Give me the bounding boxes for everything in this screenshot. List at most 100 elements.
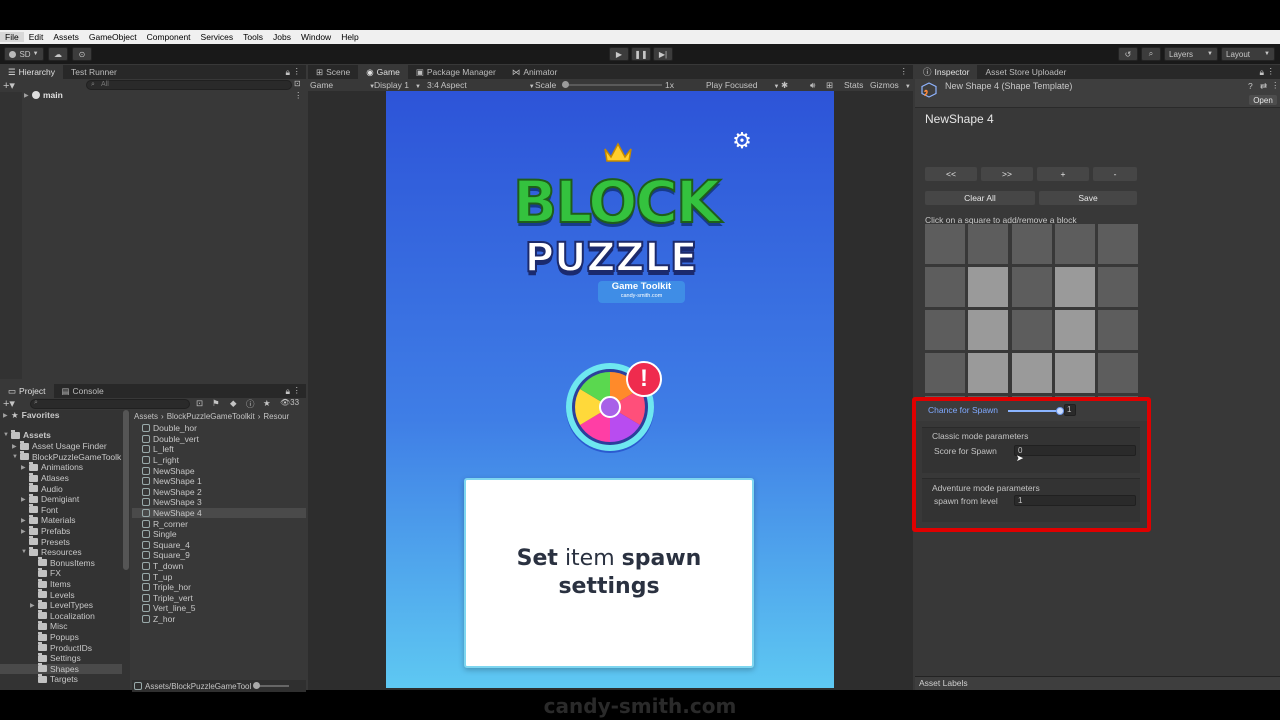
folder-item[interactable]: ▶ Materials <box>21 514 75 526</box>
grid-cell[interactable] <box>1098 267 1139 307</box>
star-icon[interactable]: ★ <box>263 398 271 409</box>
chance-slider-knob[interactable] <box>1056 407 1064 415</box>
history-icon[interactable]: ↺ <box>1118 47 1138 61</box>
file-item[interactable]: Double_hor <box>132 423 306 434</box>
tab-test-runner[interactable]: Test Runner <box>63 65 125 79</box>
grid-cell[interactable] <box>968 353 1009 393</box>
grid-cell[interactable] <box>1011 224 1052 264</box>
file-item[interactable]: NewShape 1 <box>132 476 306 487</box>
more-icon[interactable]: ⋮ <box>293 385 302 396</box>
tab-hierarchy[interactable]: ☰ Hierarchy <box>0 65 63 79</box>
grid-cell[interactable] <box>925 353 965 393</box>
folder-item[interactable]: ▼ Resources <box>21 546 82 558</box>
folder-item[interactable]: Font <box>21 504 58 516</box>
more-icon[interactable]: ⋮ <box>900 66 909 77</box>
file-item[interactable]: Vert_line_5 <box>132 603 306 614</box>
folder-item[interactable]: ProductIDs <box>30 642 92 653</box>
folder-item[interactable]: Shapes <box>0 663 122 675</box>
aspect-icon[interactable]: ⊞ <box>826 80 833 91</box>
folder-item[interactable]: Atlases <box>21 472 69 484</box>
info-icon[interactable]: ⓘ <box>246 398 255 410</box>
game-viewport[interactable]: ⚙ BLOCK PUZZLE Game Toolkit candy-smith.… <box>386 91 834 688</box>
game-mode-dropdown[interactable]: Game ▼ <box>310 80 375 90</box>
folder-item[interactable]: Presets <box>21 536 70 547</box>
menu-item-help[interactable]: Help <box>336 32 363 42</box>
account-dropdown[interactable]: SD ▼ <box>4 47 44 61</box>
tab-scene[interactable]: ⊞ Scene <box>308 65 358 79</box>
file-item[interactable]: NewShape 3 <box>132 497 306 508</box>
grid-cell[interactable] <box>925 224 965 264</box>
grid-cell[interactable] <box>1054 353 1095 393</box>
play-button[interactable]: ▶ <box>609 47 629 61</box>
file-item[interactable]: Square_4 <box>132 540 306 551</box>
remove-shape-button[interactable]: - <box>1093 167 1137 181</box>
more-icon[interactable]: ⋮ <box>1271 80 1280 91</box>
folder-item[interactable]: Targets <box>30 673 78 685</box>
step-button[interactable]: ▶| <box>653 47 673 61</box>
file-item[interactable]: Triple_hor <box>132 582 306 593</box>
favorites-item[interactable]: ▶ ★ Favorites <box>3 410 59 421</box>
scale-slider[interactable] <box>562 81 662 88</box>
next-shape-button[interactable]: >> <box>981 167 1033 181</box>
settings-gear-icon[interactable]: ⚙ <box>730 129 754 153</box>
tab-game[interactable]: ◉ Game <box>358 65 408 79</box>
tab-package-manager[interactable]: ▣ Package Manager <box>408 65 504 79</box>
search-icon[interactable]: ⌕ <box>1141 47 1161 61</box>
menu-item-tools[interactable]: Tools <box>238 32 268 42</box>
folder-item[interactable]: ▶ LevelTypes <box>30 599 93 611</box>
gizmos-dropdown[interactable]: Gizmos ▼ <box>870 80 911 90</box>
display-dropdown[interactable]: Display 1 ▼ <box>374 80 421 90</box>
tab-asset-store-uploader[interactable]: Asset Store Uploader <box>977 65 1074 79</box>
file-item[interactable]: T_down <box>132 561 306 572</box>
folder-item[interactable]: Localization <box>30 610 95 622</box>
search-options-icon[interactable]: ⊡ <box>294 79 301 88</box>
folder-item[interactable]: Items <box>30 578 71 590</box>
grid-cell[interactable] <box>968 310 1009 350</box>
file-item[interactable]: Single <box>132 529 306 540</box>
chance-value-field[interactable]: 1 <box>1064 404 1076 416</box>
file-item[interactable]: T_up <box>132 571 306 582</box>
prev-shape-button[interactable]: << <box>925 167 977 181</box>
asset-labels-bar[interactable]: Asset Labels <box>915 676 1280 690</box>
grid-cell[interactable] <box>1011 353 1052 393</box>
grid-cell[interactable] <box>925 267 965 307</box>
file-item[interactable]: NewShape <box>132 465 306 476</box>
file-item[interactable]: L_left <box>132 444 306 455</box>
clear-all-button[interactable]: Clear All <box>925 191 1035 205</box>
play-mode-dropdown[interactable]: Play Focused ▼ <box>706 80 779 90</box>
tag-icon[interactable]: ◆ <box>230 398 237 409</box>
folder-item[interactable]: Misc <box>30 620 67 632</box>
folder-item[interactable]: FX <box>30 567 61 579</box>
grid-cell[interactable] <box>1098 353 1139 393</box>
file-item[interactable]: R_corner <box>132 518 306 529</box>
folder-item[interactable]: ▶ Asset Usage Finder <box>12 440 107 452</box>
file-item[interactable]: Square_9 <box>132 550 306 561</box>
grid-cell[interactable] <box>968 267 1009 307</box>
layers-dropdown[interactable]: Layers ▼ <box>1164 47 1218 61</box>
file-item[interactable]: Double_vert <box>132 434 306 445</box>
grid-cell[interactable] <box>1054 310 1095 350</box>
tab-animator[interactable]: ⋈ Animator <box>504 65 566 79</box>
project-search-input[interactable]: ⌕ <box>30 399 190 409</box>
folder-item[interactable]: Settings <box>30 652 81 664</box>
cloud-icon[interactable]: ☁ <box>48 47 68 61</box>
assets-root[interactable]: ▼ Assets <box>3 429 51 441</box>
save-button[interactable]: Save <box>1039 191 1137 205</box>
folder-item[interactable]: Levels <box>30 589 75 600</box>
filter-type-icon[interactable]: ⊡ <box>196 398 203 409</box>
aspect-dropdown[interactable]: 3:4 Aspect ▼ <box>427 80 535 90</box>
bug-icon[interactable]: ✱ <box>781 80 788 91</box>
spawn-from-level-field[interactable]: 1 <box>1014 495 1136 506</box>
open-button[interactable]: Open <box>1249 95 1277 105</box>
file-item[interactable]: L_right <box>132 455 306 466</box>
grid-cell[interactable] <box>1011 310 1052 350</box>
folder-item[interactable]: ▶ Prefabs <box>21 525 70 537</box>
collab-icon[interactable]: ⊙ <box>72 47 92 61</box>
lock-icon[interactable]: 🔒︎ <box>285 67 290 78</box>
folder-item[interactable]: Audio <box>21 483 63 494</box>
score-for-spawn-field[interactable]: 0 <box>1014 445 1136 456</box>
grid-cell[interactable] <box>1098 310 1139 350</box>
menu-item-edit[interactable]: Edit <box>24 32 49 42</box>
grid-cell[interactable] <box>1054 267 1095 307</box>
more-icon[interactable]: ⋮ <box>293 66 302 77</box>
